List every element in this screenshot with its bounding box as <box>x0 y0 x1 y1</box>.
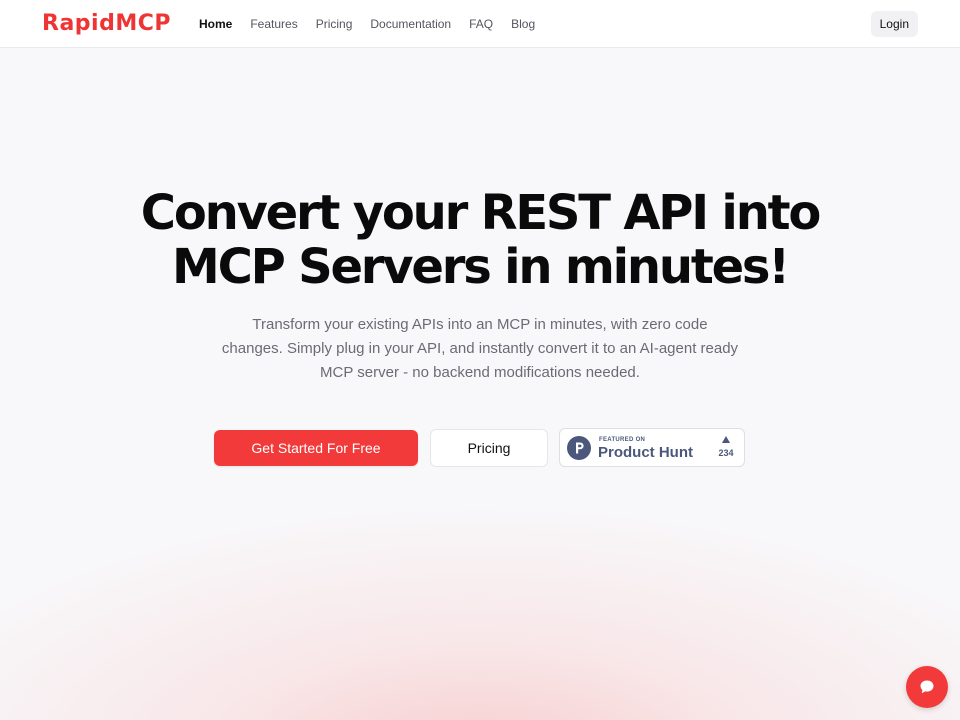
nav-documentation[interactable]: Documentation <box>370 17 451 31</box>
pricing-button[interactable]: Pricing <box>430 429 548 467</box>
rapidmcp-logo[interactable]: RapidMCP <box>42 10 171 38</box>
upvote-arrow-icon <box>722 436 730 443</box>
main-nav: Home Features Pricing Documentation FAQ … <box>199 0 553 48</box>
nav-pricing[interactable]: Pricing <box>316 17 353 31</box>
product-hunt-name: Product Hunt <box>598 444 693 461</box>
product-hunt-badge[interactable]: FEATURED ON Product Hunt 234 <box>559 428 745 467</box>
hero-title-line-1: Convert your REST API into <box>140 185 822 241</box>
chat-bubble-icon <box>920 680 934 694</box>
hero-title-line-2: MCP Servers in minutes! <box>172 239 790 295</box>
site-header: RapidMCP Home Features Pricing Documenta… <box>0 0 960 48</box>
login-button[interactable]: Login <box>870 11 918 37</box>
nav-home[interactable]: Home <box>199 17 232 31</box>
chat-button[interactable] <box>906 666 948 708</box>
nav-blog[interactable]: Blog <box>511 17 535 31</box>
upvote-count: 234 <box>718 448 734 458</box>
get-started-button[interactable]: Get Started For Free <box>214 430 418 466</box>
nav-features[interactable]: Features <box>250 17 297 31</box>
product-hunt-upvote: 234 <box>712 436 740 458</box>
nav-faq[interactable]: FAQ <box>469 17 493 31</box>
hero-title: Convert your REST API into MCP Servers i… <box>0 186 960 294</box>
landing-page: RapidMCP Home Features Pricing Documenta… <box>0 0 960 720</box>
product-hunt-icon <box>567 436 591 460</box>
product-hunt-featured-label: FEATURED ON <box>599 437 646 443</box>
hero-subtitle: Transform your existing APIs into an MCP… <box>221 316 739 381</box>
